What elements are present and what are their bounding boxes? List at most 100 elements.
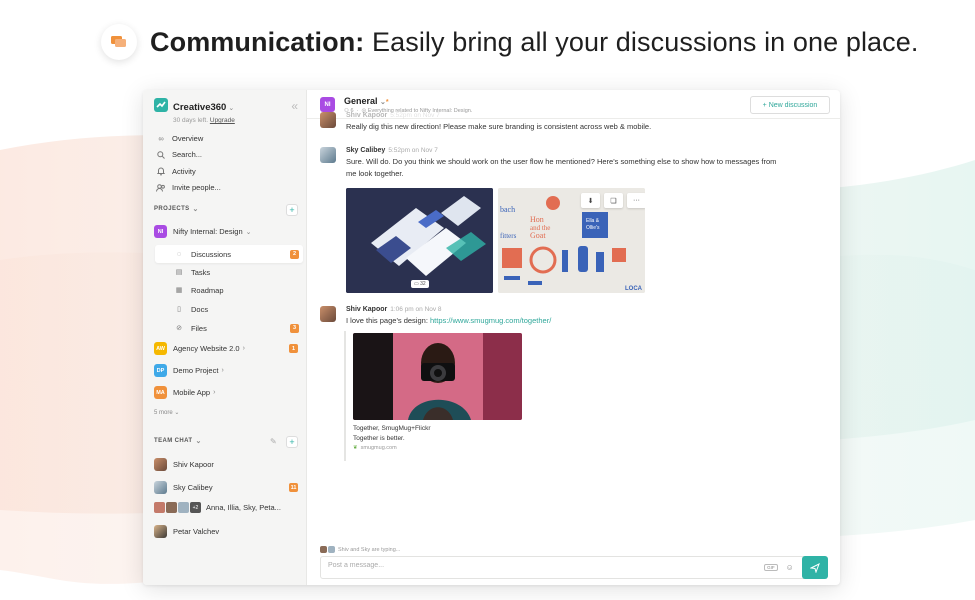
- chat-name: Shiv Kapoor: [173, 460, 214, 469]
- projects-header-label: PROJECTS: [154, 206, 190, 212]
- attachment-image[interactable]: ▭ 32: [346, 188, 493, 293]
- project-mobile-app[interactable]: MA Mobile App ›: [154, 386, 300, 399]
- hero-rest: Easily bring all your discussions in one…: [364, 26, 919, 57]
- chevron-down-icon: ⌄: [228, 105, 235, 112]
- nav-search[interactable]: Search...: [155, 147, 300, 164]
- gif-button[interactable]: GIF: [764, 564, 778, 571]
- tasks-icon: ▤: [175, 269, 183, 276]
- chat-name: Sky Calibey: [173, 483, 213, 492]
- link-preview-description: Together is better.: [353, 435, 405, 442]
- sidebar: Creative360 ⌄ 30 days left. Upgrade « ∞ Ov…: [143, 90, 307, 585]
- doc-icon: ▯: [177, 306, 181, 313]
- main-panel: NI General ⌄* ⚇ 6 · ◎ Everything related…: [307, 90, 840, 585]
- subitem-tasks[interactable]: ▤ Tasks: [155, 263, 303, 281]
- link-preview: Together, SmugMug+Flickr Together is bet…: [344, 331, 524, 461]
- project-badge: AW: [154, 342, 167, 355]
- files-count-badge: 3: [290, 323, 299, 333]
- project-nifty-internal[interactable]: NI Nifty Internal: Design ⌄: [154, 225, 300, 238]
- nav-label: Overview: [172, 133, 204, 143]
- message-author: Shiv Kapoor 1:06 pm on Nov 8: [346, 306, 786, 313]
- chat-group[interactable]: +2 Anna, Illia, Sky, Peta...: [154, 502, 300, 513]
- add-chat-button[interactable]: +: [286, 436, 298, 448]
- message-text: Sure. Will do. Do you think we should wo…: [346, 157, 777, 178]
- app-window: Creative360 ⌄ 30 days left. Upgrade « ∞ Ov…: [143, 90, 840, 585]
- image-count-value: 32: [420, 281, 426, 287]
- subitem-label: Tasks: [191, 267, 211, 277]
- avatar: [320, 306, 336, 322]
- chevron-right-icon: ›: [242, 345, 245, 352]
- people-icon: [155, 183, 167, 193]
- typing-indicator: Shiv and Sky are typing...: [320, 546, 400, 553]
- link-preview-source-label: smugmug.com: [360, 445, 397, 451]
- nav-label: Search...: [172, 150, 203, 160]
- nav-overview[interactable]: ∞ Overview: [155, 130, 300, 147]
- message-input[interactable]: [328, 562, 708, 569]
- extra-members-badge: +2: [190, 502, 201, 513]
- message-time: 5:52pm on Nov 7: [388, 147, 438, 154]
- trial-text: 30 days left.: [173, 117, 209, 124]
- avatar: [154, 481, 167, 494]
- message-link[interactable]: https://www.smugmug.com/together/: [430, 316, 551, 325]
- nav-activity[interactable]: Activity: [155, 163, 300, 180]
- subitem-discussions[interactable]: ◌ Discussions 2: [155, 245, 303, 263]
- author-name: Sky Calibey: [346, 147, 386, 154]
- avatar: [320, 147, 336, 163]
- chat-bubbles-icon: [101, 24, 137, 60]
- message-text: Really dig this new direction! Please ma…: [346, 122, 652, 131]
- art-text: Ella &: [586, 218, 600, 224]
- chat-sky-calibey[interactable]: Sky Calibey 11: [154, 481, 300, 494]
- workspace-name: Creative360: [173, 102, 227, 113]
- chat-shiv-kapoor[interactable]: Shiv Kapoor: [154, 458, 300, 471]
- add-project-button[interactable]: +: [286, 204, 298, 216]
- bell-icon: [155, 166, 167, 176]
- hero-heading: Communication: Easily bring all your dis…: [101, 24, 919, 60]
- smugmug-icon: ❦: [353, 445, 358, 451]
- projects-header[interactable]: PROJECTS ⌄: [154, 205, 199, 213]
- link-preview-source[interactable]: ❦ smugmug.com: [353, 445, 524, 451]
- channel-name[interactable]: General ⌄*: [344, 96, 389, 106]
- subitem-docs[interactable]: ▯ Docs: [155, 300, 303, 318]
- team-chat-header[interactable]: TEAM CHAT ⌄: [154, 437, 202, 445]
- project-name: Agency Website 2.0: [173, 344, 240, 353]
- discussions-count-badge: 2: [290, 249, 299, 259]
- channel-badge: NI: [320, 97, 335, 112]
- chevron-right-icon: ›: [213, 389, 216, 396]
- subitem-roadmap[interactable]: ▦ Roadmap: [155, 281, 303, 299]
- avatar: [320, 546, 327, 553]
- message-author: Shiv Kapoor 5:52pm on Nov 7: [346, 112, 786, 119]
- chevron-right-icon: ›: [221, 367, 224, 374]
- star-icon[interactable]: *: [386, 99, 389, 106]
- workspace-switcher[interactable]: Creative360 ⌄ 30 days left. Upgrade: [154, 97, 235, 124]
- overview-icon: ∞: [158, 133, 164, 143]
- avatar: [154, 458, 167, 471]
- emoji-icon[interactable]: ☺: [786, 563, 794, 572]
- collapse-sidebar-icon[interactable]: «: [291, 99, 298, 113]
- download-icon[interactable]: ⬇: [581, 193, 600, 208]
- subitem-files[interactable]: ⊘ Files 3: [155, 319, 303, 337]
- chevron-down-icon: ⌄: [245, 228, 252, 236]
- workspace-logo: [154, 98, 168, 112]
- project-badge: NI: [154, 225, 167, 238]
- typing-text: Shiv and Sky are typing...: [338, 546, 401, 553]
- chat-petar-valchev[interactable]: Petar Valchev: [154, 525, 300, 538]
- project-demo[interactable]: DP Demo Project ›: [154, 364, 300, 377]
- attachment-image[interactable]: bach fitters Hon and the Goat Ella & Oll…: [498, 188, 645, 293]
- link-preview-title: Together, SmugMug+Flickr: [353, 425, 431, 432]
- more-icon[interactable]: ···: [627, 193, 645, 208]
- project-count-badge: 1: [289, 344, 298, 353]
- avatar: [154, 525, 167, 538]
- art-text: fitters: [500, 232, 517, 240]
- chat-count-badge: 11: [289, 483, 298, 492]
- send-button[interactable]: [802, 556, 828, 579]
- nav-invite[interactable]: Invite people...: [155, 180, 300, 197]
- photographer-image: [353, 333, 522, 420]
- link-preview-image[interactable]: [353, 333, 522, 420]
- more-projects-link[interactable]: 5 more ⌄: [154, 409, 179, 416]
- nav-label: Invite people...: [172, 183, 221, 193]
- new-message-icon[interactable]: ✎: [270, 437, 277, 446]
- upgrade-link[interactable]: Upgrade: [210, 117, 235, 124]
- message-text-body: I love this page's design:: [346, 316, 430, 325]
- subitem-label: Files: [191, 323, 207, 333]
- comment-icon[interactable]: ❏: [604, 193, 623, 208]
- project-agency-website[interactable]: AW Agency Website 2.0 › 1: [154, 342, 300, 355]
